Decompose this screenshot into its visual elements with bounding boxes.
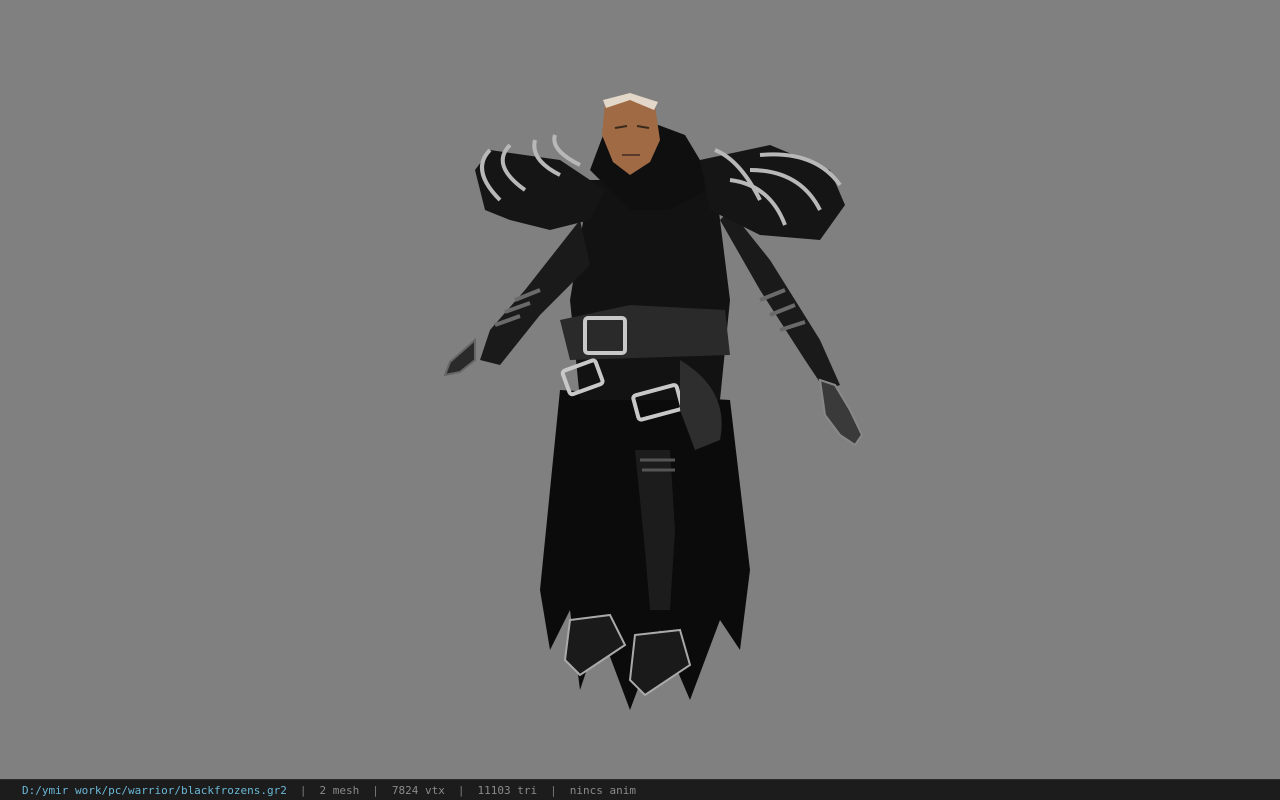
separator: | (550, 783, 557, 797)
animation-status: nincs anim (569, 783, 636, 797)
triangle-count: 11103 tri (477, 783, 538, 797)
status-bar: D:/ymir work/pc/warrior/blackfrozens.gr2… (0, 779, 1280, 800)
mesh-count: 2 mesh (319, 783, 360, 797)
separator: | (372, 783, 379, 797)
separator: | (299, 783, 307, 797)
3d-viewport[interactable] (0, 0, 1280, 779)
warrior-model (443, 93, 864, 710)
file-path: D:/ymir work/pc/warrior/blackfrozens.gr2 (22, 783, 287, 797)
vertex-count: 7824 vtx (391, 783, 445, 797)
separator: | (457, 783, 465, 797)
